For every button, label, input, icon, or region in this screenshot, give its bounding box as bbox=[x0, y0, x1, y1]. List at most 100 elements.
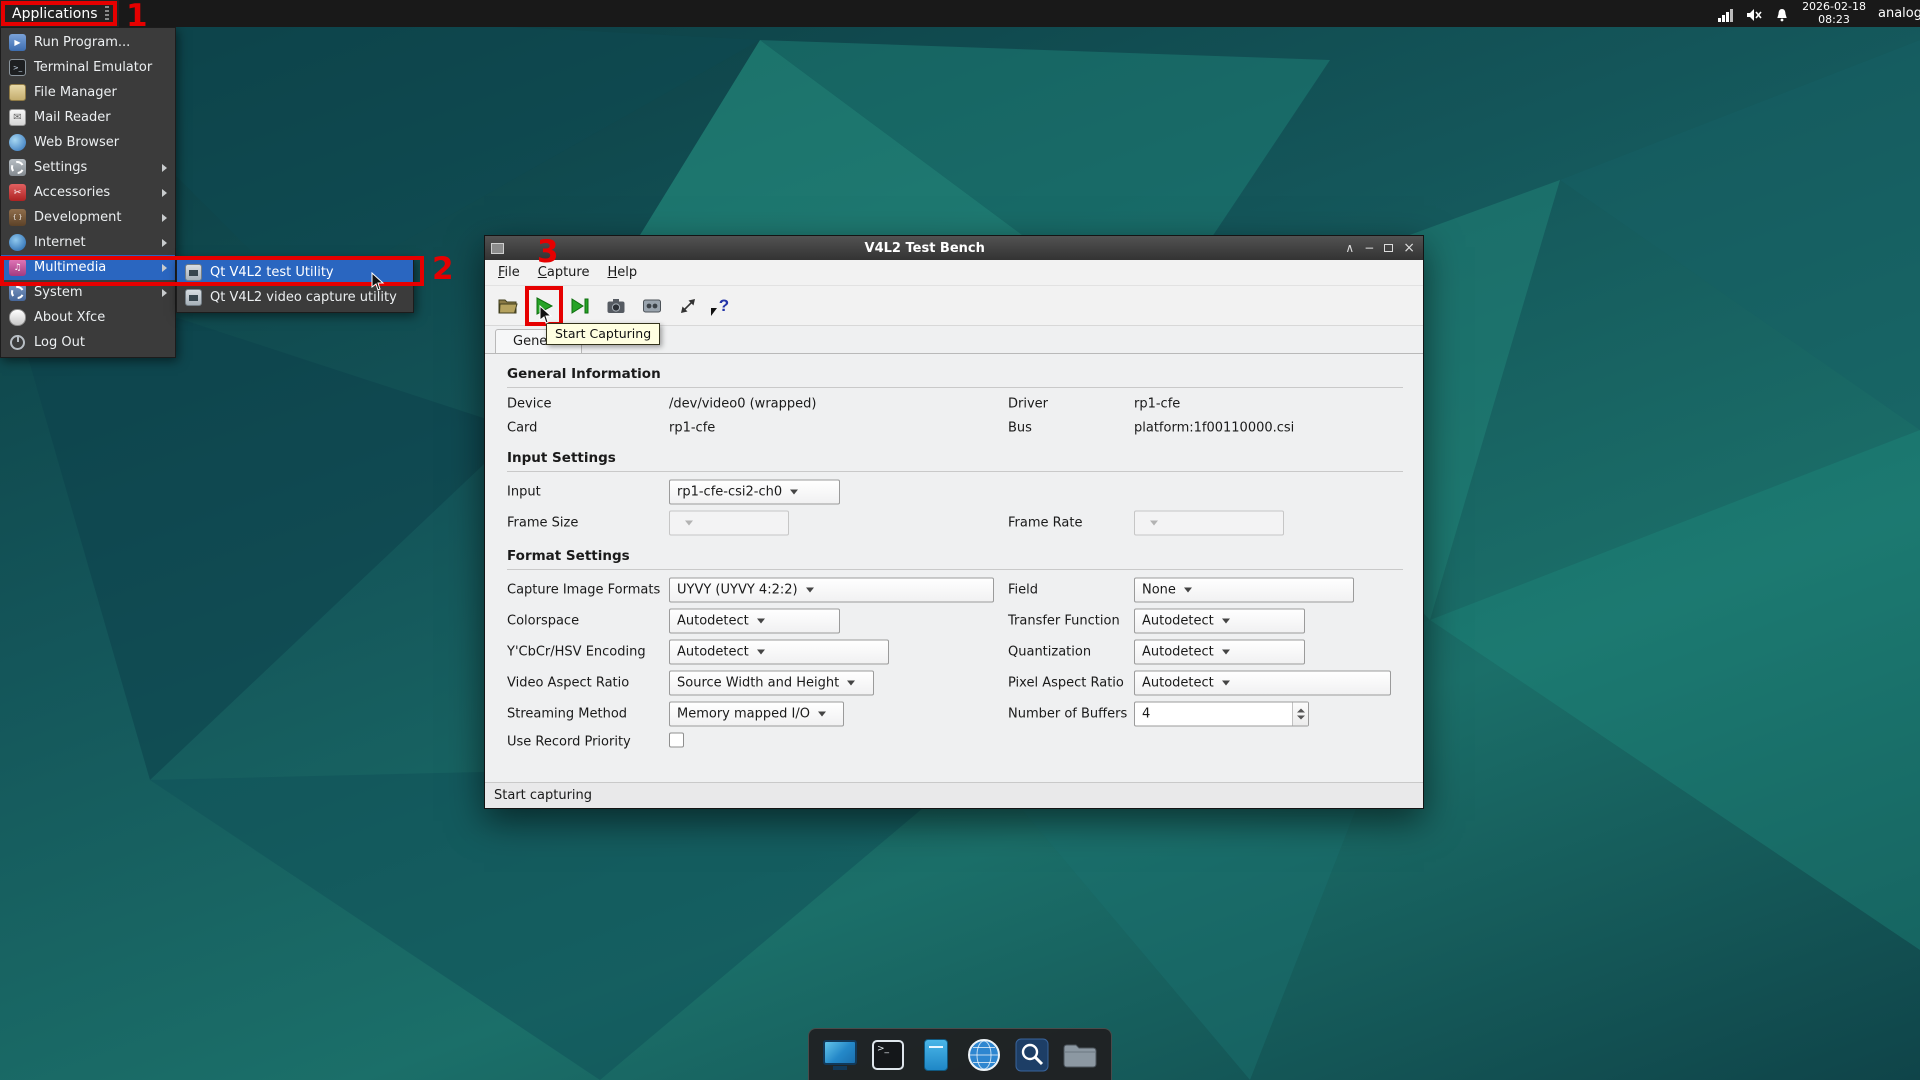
driver-value: rp1-cfe bbox=[1134, 397, 1180, 412]
menu-item-internet[interactable]: Internet bbox=[1, 230, 175, 255]
device-value: /dev/video0 (wrapped) bbox=[669, 397, 816, 412]
show-desktop-icon bbox=[823, 1040, 857, 1065]
submenu-arrow-icon bbox=[162, 289, 167, 297]
menu-item-run-program[interactable]: Run Program... bbox=[1, 30, 175, 55]
clock-date: 2026-02-18 bbox=[1802, 1, 1866, 14]
use-record-priority-label: Use Record Priority bbox=[507, 735, 631, 750]
development-icon bbox=[9, 209, 26, 226]
chevron-down-icon bbox=[757, 649, 765, 654]
menu-item-file-manager[interactable]: File Manager bbox=[1, 80, 175, 105]
capture-formats-select[interactable]: UYVY (UYVY 4:2:2) bbox=[669, 577, 994, 602]
menu-item-label: File Manager bbox=[34, 85, 117, 100]
about-xfce-icon bbox=[9, 309, 26, 326]
maximize-icon bbox=[1384, 244, 1393, 252]
window-title: V4L2 Test Bench bbox=[504, 241, 1345, 256]
menu-item-label: System bbox=[34, 285, 82, 300]
snapshot-button[interactable] bbox=[601, 290, 631, 322]
field-select[interactable]: None bbox=[1134, 577, 1354, 602]
dock-item-screenshot[interactable] bbox=[1013, 1036, 1051, 1074]
pixel-aspect-ratio-select[interactable]: Autodetect bbox=[1134, 670, 1391, 695]
ycbcr-encoding-label: Y'CbCr/HSV Encoding bbox=[507, 644, 646, 659]
maximize-button[interactable] bbox=[1384, 244, 1393, 252]
titlebar[interactable]: V4L2 Test Bench bbox=[485, 236, 1423, 260]
form-row: Use Record Priority bbox=[507, 729, 1403, 755]
video-aspect-ratio-label: Video Aspect Ratio bbox=[507, 675, 629, 690]
ycbcr-encoding-select[interactable]: Autodetect bbox=[669, 639, 889, 664]
menu-item-log-out[interactable]: Log Out bbox=[1, 330, 175, 355]
number-of-buffers-spinner[interactable]: 4 bbox=[1134, 701, 1309, 726]
menu-item-about-xfce[interactable]: About Xfce bbox=[1, 305, 175, 330]
chevron-down-icon bbox=[1222, 649, 1230, 654]
submenu-arrow-icon bbox=[162, 239, 167, 247]
help-icon: ? bbox=[719, 296, 729, 316]
transfer-function-value: Autodetect bbox=[1142, 613, 1214, 628]
close-button[interactable] bbox=[1403, 241, 1415, 255]
form-row: Input rp1-cfe-csi2-ch0 bbox=[507, 476, 1403, 507]
minimize-button[interactable] bbox=[1364, 242, 1374, 254]
colorspace-value: Autodetect bbox=[677, 613, 749, 628]
menu-item-mail-reader[interactable]: Mail Reader bbox=[1, 105, 175, 130]
chevron-down-icon bbox=[685, 520, 693, 525]
show-frames-button[interactable] bbox=[565, 290, 595, 322]
ycbcr-encoding-value: Autodetect bbox=[677, 644, 749, 659]
info-row: Card rp1-cfe Bus platform:1f00110000.csi bbox=[507, 416, 1403, 440]
globe-icon bbox=[967, 1038, 1001, 1072]
resolution-override-button[interactable] bbox=[673, 290, 703, 322]
clock-time: 08:23 bbox=[1802, 14, 1866, 27]
resize-arrows-icon bbox=[677, 295, 699, 317]
status-text: Start capturing bbox=[494, 788, 592, 803]
video-aspect-ratio-select[interactable]: Source Width and Height bbox=[669, 670, 874, 695]
colorspace-select[interactable]: Autodetect bbox=[669, 608, 840, 633]
dock-item-web-browser[interactable] bbox=[965, 1036, 1003, 1074]
transfer-function-select[interactable]: Autodetect bbox=[1134, 608, 1305, 633]
window-icon bbox=[491, 243, 504, 254]
context-help-button[interactable]: ? bbox=[709, 290, 739, 322]
network-signal-icon[interactable] bbox=[1718, 6, 1734, 22]
menu-item-development[interactable]: Development bbox=[1, 205, 175, 230]
panel-clock[interactable]: 2026-02-18 08:23 bbox=[1802, 1, 1866, 26]
pixel-aspect-ratio-value: Autodetect bbox=[1142, 675, 1214, 690]
window-content: General Information Device /dev/video0 (… bbox=[485, 354, 1423, 782]
menu-help[interactable]: Help bbox=[598, 262, 646, 283]
menu-item-label: Qt V4L2 video capture utility bbox=[210, 290, 397, 305]
top-panel: Applications 2026-02-18 08:23 analog bbox=[0, 0, 1920, 27]
dock-item-files[interactable] bbox=[917, 1036, 955, 1074]
volume-muted-icon[interactable] bbox=[1746, 6, 1762, 22]
number-of-buffers-label: Number of Buffers bbox=[1008, 706, 1127, 721]
annotation-box-1 bbox=[1, 1, 117, 26]
menu-item-settings[interactable]: Settings bbox=[1, 155, 175, 180]
panel-tray: 2026-02-18 08:23 analog bbox=[1718, 1, 1920, 26]
streaming-method-select[interactable]: Memory mapped I/O bbox=[669, 701, 844, 726]
menu-item-terminal-emulator[interactable]: Terminal Emulator bbox=[1, 55, 175, 80]
input-select-value: rp1-cfe-csi2-ch0 bbox=[677, 484, 782, 499]
frame-size-select bbox=[669, 510, 789, 535]
frame-rate-select bbox=[1134, 510, 1284, 535]
use-record-priority-checkbox[interactable] bbox=[669, 733, 684, 748]
menu-item-label: Settings bbox=[34, 160, 87, 175]
menu-item-web-browser[interactable]: Web Browser bbox=[1, 130, 175, 155]
dock-item-terminal[interactable] bbox=[869, 1036, 907, 1074]
section-general-information: General Information bbox=[507, 356, 1403, 388]
open-file-button[interactable] bbox=[493, 290, 523, 322]
annotation-number-2: 2 bbox=[432, 254, 454, 285]
shade-button[interactable] bbox=[1345, 242, 1354, 254]
record-raw-button[interactable] bbox=[637, 290, 667, 322]
input-select[interactable]: rp1-cfe-csi2-ch0 bbox=[669, 479, 840, 504]
quantization-select[interactable]: Autodetect bbox=[1134, 639, 1305, 664]
menu-item-label: Web Browser bbox=[34, 135, 119, 150]
chevron-down-icon bbox=[790, 489, 798, 494]
dock-item-file-manager[interactable] bbox=[1061, 1036, 1099, 1074]
spinner-arrows-icon[interactable] bbox=[1292, 702, 1308, 725]
menu-item-accessories[interactable]: Accessories bbox=[1, 180, 175, 205]
system-icon bbox=[9, 284, 26, 301]
menu-file[interactable]: File bbox=[489, 262, 529, 283]
dock-item-show-desktop[interactable] bbox=[821, 1036, 859, 1074]
bus-value: platform:1f00110000.csi bbox=[1134, 421, 1294, 436]
chevron-down-icon bbox=[1222, 680, 1230, 685]
card-label: Card bbox=[507, 421, 537, 436]
pixel-aspect-ratio-label: Pixel Aspect Ratio bbox=[1008, 675, 1124, 690]
notifications-bell-icon[interactable] bbox=[1774, 6, 1790, 22]
mouse-cursor bbox=[539, 305, 553, 325]
bottom-dock bbox=[808, 1028, 1112, 1080]
form-row: Frame Size Frame Rate bbox=[507, 507, 1403, 538]
